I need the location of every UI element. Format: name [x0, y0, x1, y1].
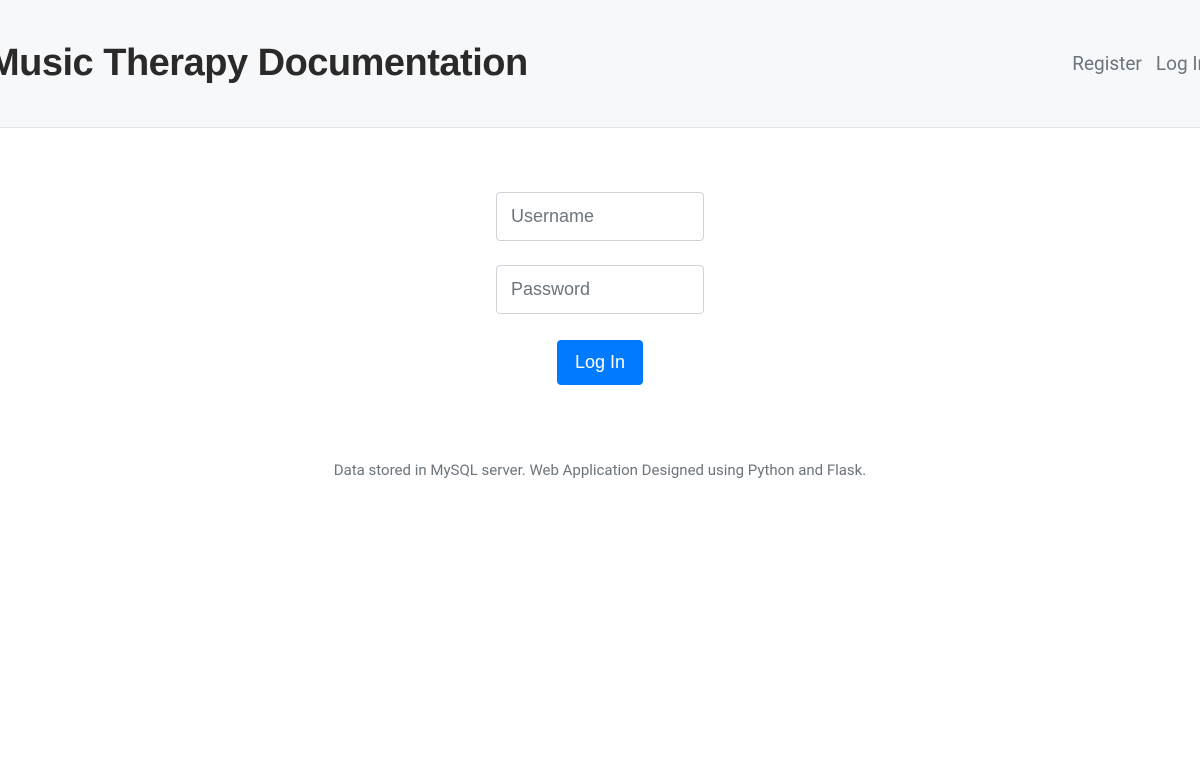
footer-text: Data stored in MySQL server. Web Applica…	[334, 461, 866, 479]
login-link[interactable]: Log In	[1156, 52, 1200, 75]
header: Music Therapy Documentation Register Log…	[0, 0, 1200, 128]
login-form: Log In Data stored in MySQL server. Web …	[0, 128, 1200, 479]
register-link[interactable]: Register	[1072, 52, 1142, 75]
header-nav: Register Log In	[1072, 52, 1200, 75]
password-input[interactable]	[496, 265, 704, 314]
username-input[interactable]	[496, 192, 704, 241]
login-button[interactable]: Log In	[557, 340, 643, 385]
page-title: Music Therapy Documentation	[0, 42, 528, 85]
